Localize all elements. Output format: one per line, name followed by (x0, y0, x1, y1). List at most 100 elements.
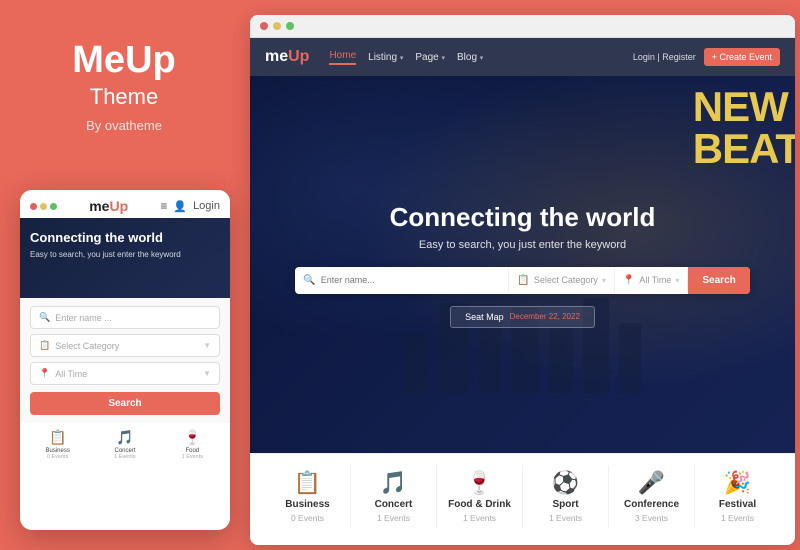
concert-cat-icon: 🎵 (380, 470, 407, 496)
mobile-cat-food-count: 1 Events (182, 454, 203, 460)
category-select[interactable]: 📋 Select Category ▾ (509, 269, 615, 292)
seat-map-date: December 22, 2022 (510, 312, 580, 321)
user-icon[interactable]: 👤 (173, 200, 187, 213)
nav-links: Home Listing ▾ Page ▾ Blog ▾ (329, 50, 632, 65)
mobile-logo: meUp (89, 198, 128, 214)
name-search-field[interactable]: 🔍 (295, 269, 509, 292)
hamburger-icon[interactable]: ≡ (160, 199, 167, 213)
mobile-hero-title: Connecting the world (30, 230, 220, 246)
browser-dot-green (286, 22, 294, 30)
nav-listing[interactable]: Listing ▾ (368, 52, 403, 63)
cat-conference[interactable]: 🎤 Conference 3 Events (609, 465, 695, 528)
mobile-time-placeholder: All Time (55, 369, 198, 379)
mobile-login-link[interactable]: Login (193, 200, 220, 212)
seat-map-label: Seat Map (465, 312, 504, 322)
cat-concert[interactable]: 🎵 Concert 1 Events (351, 465, 437, 528)
time-select-text: All Time (639, 275, 671, 285)
mobile-nav-icons: ≡ 👤 Login (160, 199, 220, 213)
search-small-icon: 🔍 (39, 312, 50, 323)
hero-subtitle: Easy to search, you just enter the keywo… (419, 239, 626, 251)
desktop-nav: meUp Home Listing ▾ Page ▾ Blog ▾ Login … (250, 38, 795, 76)
food-cat-name: Food & Drink (448, 499, 511, 510)
conference-cat-count: 3 Events (635, 513, 668, 523)
nav-page[interactable]: Page ▾ (415, 52, 445, 63)
nav-home[interactable]: Home (329, 50, 356, 65)
categories-bar: 📋 Business 0 Events 🎵 Concert 1 Events 🍷… (250, 453, 795, 538)
name-search-input[interactable] (321, 275, 501, 285)
brand-subtitle: Theme (90, 84, 158, 110)
browser-dot-yellow (273, 22, 281, 30)
business-cat-count: 0 Events (291, 513, 324, 523)
mobile-dot-green (50, 203, 57, 210)
figure-5 (549, 328, 573, 393)
sport-cat-icon: ⚽ (552, 470, 579, 496)
mobile-category-placeholder: Select Category (55, 341, 198, 351)
mobile-logo-highlight: Up (109, 198, 128, 214)
nav-right: Login | Register + Create Event (633, 48, 780, 66)
time-select-icon: 📍 (623, 275, 635, 286)
sport-cat-count: 1 Events (549, 513, 582, 523)
category-select-icon: 📋 (517, 275, 529, 286)
mobile-cat-concert-count: 1 Events (114, 454, 135, 460)
mobile-time-field[interactable]: 📍 All Time ▼ (30, 362, 220, 385)
category-arrow-icon: ▼ (203, 341, 211, 350)
figure-7 (619, 323, 641, 393)
food-cat-icon: 🍷 (466, 470, 493, 496)
cat-sport[interactable]: ⚽ Sport 1 Events (523, 465, 609, 528)
cat-festival[interactable]: 🎉 Festival 1 Events (695, 465, 780, 528)
category-arrow-icon: ▾ (602, 276, 606, 285)
food-cat-count: 1 Events (463, 513, 496, 523)
hero-beat-text: NEWBEAT (693, 86, 795, 170)
figure-1 (404, 333, 429, 393)
seat-map-button[interactable]: Seat Map December 22, 2022 (450, 306, 595, 328)
name-search-icon: 🔍 (303, 275, 315, 286)
page-arrow: ▾ (441, 55, 445, 62)
mobile-name-field[interactable]: 🔍 Enter name ... (30, 306, 220, 329)
mobile-dots (30, 203, 57, 210)
mobile-mockup: meUp ≡ 👤 Login Connecting the world Easy… (20, 190, 230, 530)
brand-highlight: U (125, 39, 152, 81)
mobile-search-button[interactable]: Search (30, 392, 220, 415)
mobile-search-area: 🔍 Enter name ... 📋 Select Category ▼ 📍 A… (20, 298, 230, 423)
food-icon: 🍷 (184, 429, 201, 446)
nav-auth-links[interactable]: Login | Register (633, 52, 696, 62)
cat-food[interactable]: 🍷 Food & Drink 1 Events (437, 465, 523, 528)
left-panel: MeUp Theme By ovatheme meUp ≡ 👤 Login Co… (0, 0, 248, 550)
mobile-name-placeholder: Enter name ... (55, 313, 112, 323)
conference-cat-name: Conference (624, 499, 679, 510)
category-select-text: Select Category (534, 275, 598, 285)
mobile-dot-yellow (40, 203, 47, 210)
desktop-hero: NEWBEAT Connecting the world Easy to sea… (250, 76, 795, 453)
search-bar: 🔍 📋 Select Category ▾ 📍 All Time ▾ Searc… (295, 267, 750, 294)
listing-arrow: ▾ (400, 55, 404, 62)
mobile-cat-food[interactable]: 🍷 Food 1 Events (161, 429, 224, 460)
mobile-hero: Connecting the world Easy to search, you… (20, 218, 230, 298)
search-button[interactable]: Search (688, 267, 749, 294)
time-arrow-icon: ▼ (203, 369, 211, 378)
time-arrow-icon: ▾ (675, 276, 679, 285)
mobile-categories: 📋 Business 0 Events 🎵 Concert 1 Events 🍷… (20, 423, 230, 466)
concert-cat-count: 1 Events (377, 513, 410, 523)
cat-business[interactable]: 📋 Business 0 Events (265, 465, 351, 528)
mobile-dot-red (30, 203, 37, 210)
mobile-cat-business[interactable]: 📋 Business 0 Events (26, 429, 89, 460)
browser-content: meUp Home Listing ▾ Page ▾ Blog ▾ Login … (250, 38, 795, 538)
sport-cat-name: Sport (552, 499, 578, 510)
by-line: By ovatheme (86, 118, 162, 133)
blog-arrow: ▾ (480, 55, 484, 62)
mobile-cat-concert[interactable]: 🎵 Concert 1 Events (93, 429, 156, 460)
mobile-cat-business-count: 0 Events (47, 454, 68, 460)
right-panel: meUp Home Listing ▾ Page ▾ Blog ▾ Login … (250, 15, 795, 545)
time-icon: 📍 (39, 368, 50, 379)
festival-cat-name: Festival (719, 499, 756, 510)
festival-cat-count: 1 Events (721, 513, 754, 523)
festival-cat-icon: 🎉 (724, 470, 751, 496)
mobile-category-field[interactable]: 📋 Select Category ▼ (30, 334, 220, 357)
time-select[interactable]: 📍 All Time ▾ (615, 269, 688, 292)
create-event-button[interactable]: + Create Event (704, 48, 780, 66)
hero-title: Connecting the world (390, 202, 656, 233)
business-icon: 📋 (49, 429, 66, 446)
nav-blog[interactable]: Blog ▾ (457, 52, 483, 63)
conference-cat-icon: 🎤 (638, 470, 665, 496)
category-icon: 📋 (39, 340, 50, 351)
